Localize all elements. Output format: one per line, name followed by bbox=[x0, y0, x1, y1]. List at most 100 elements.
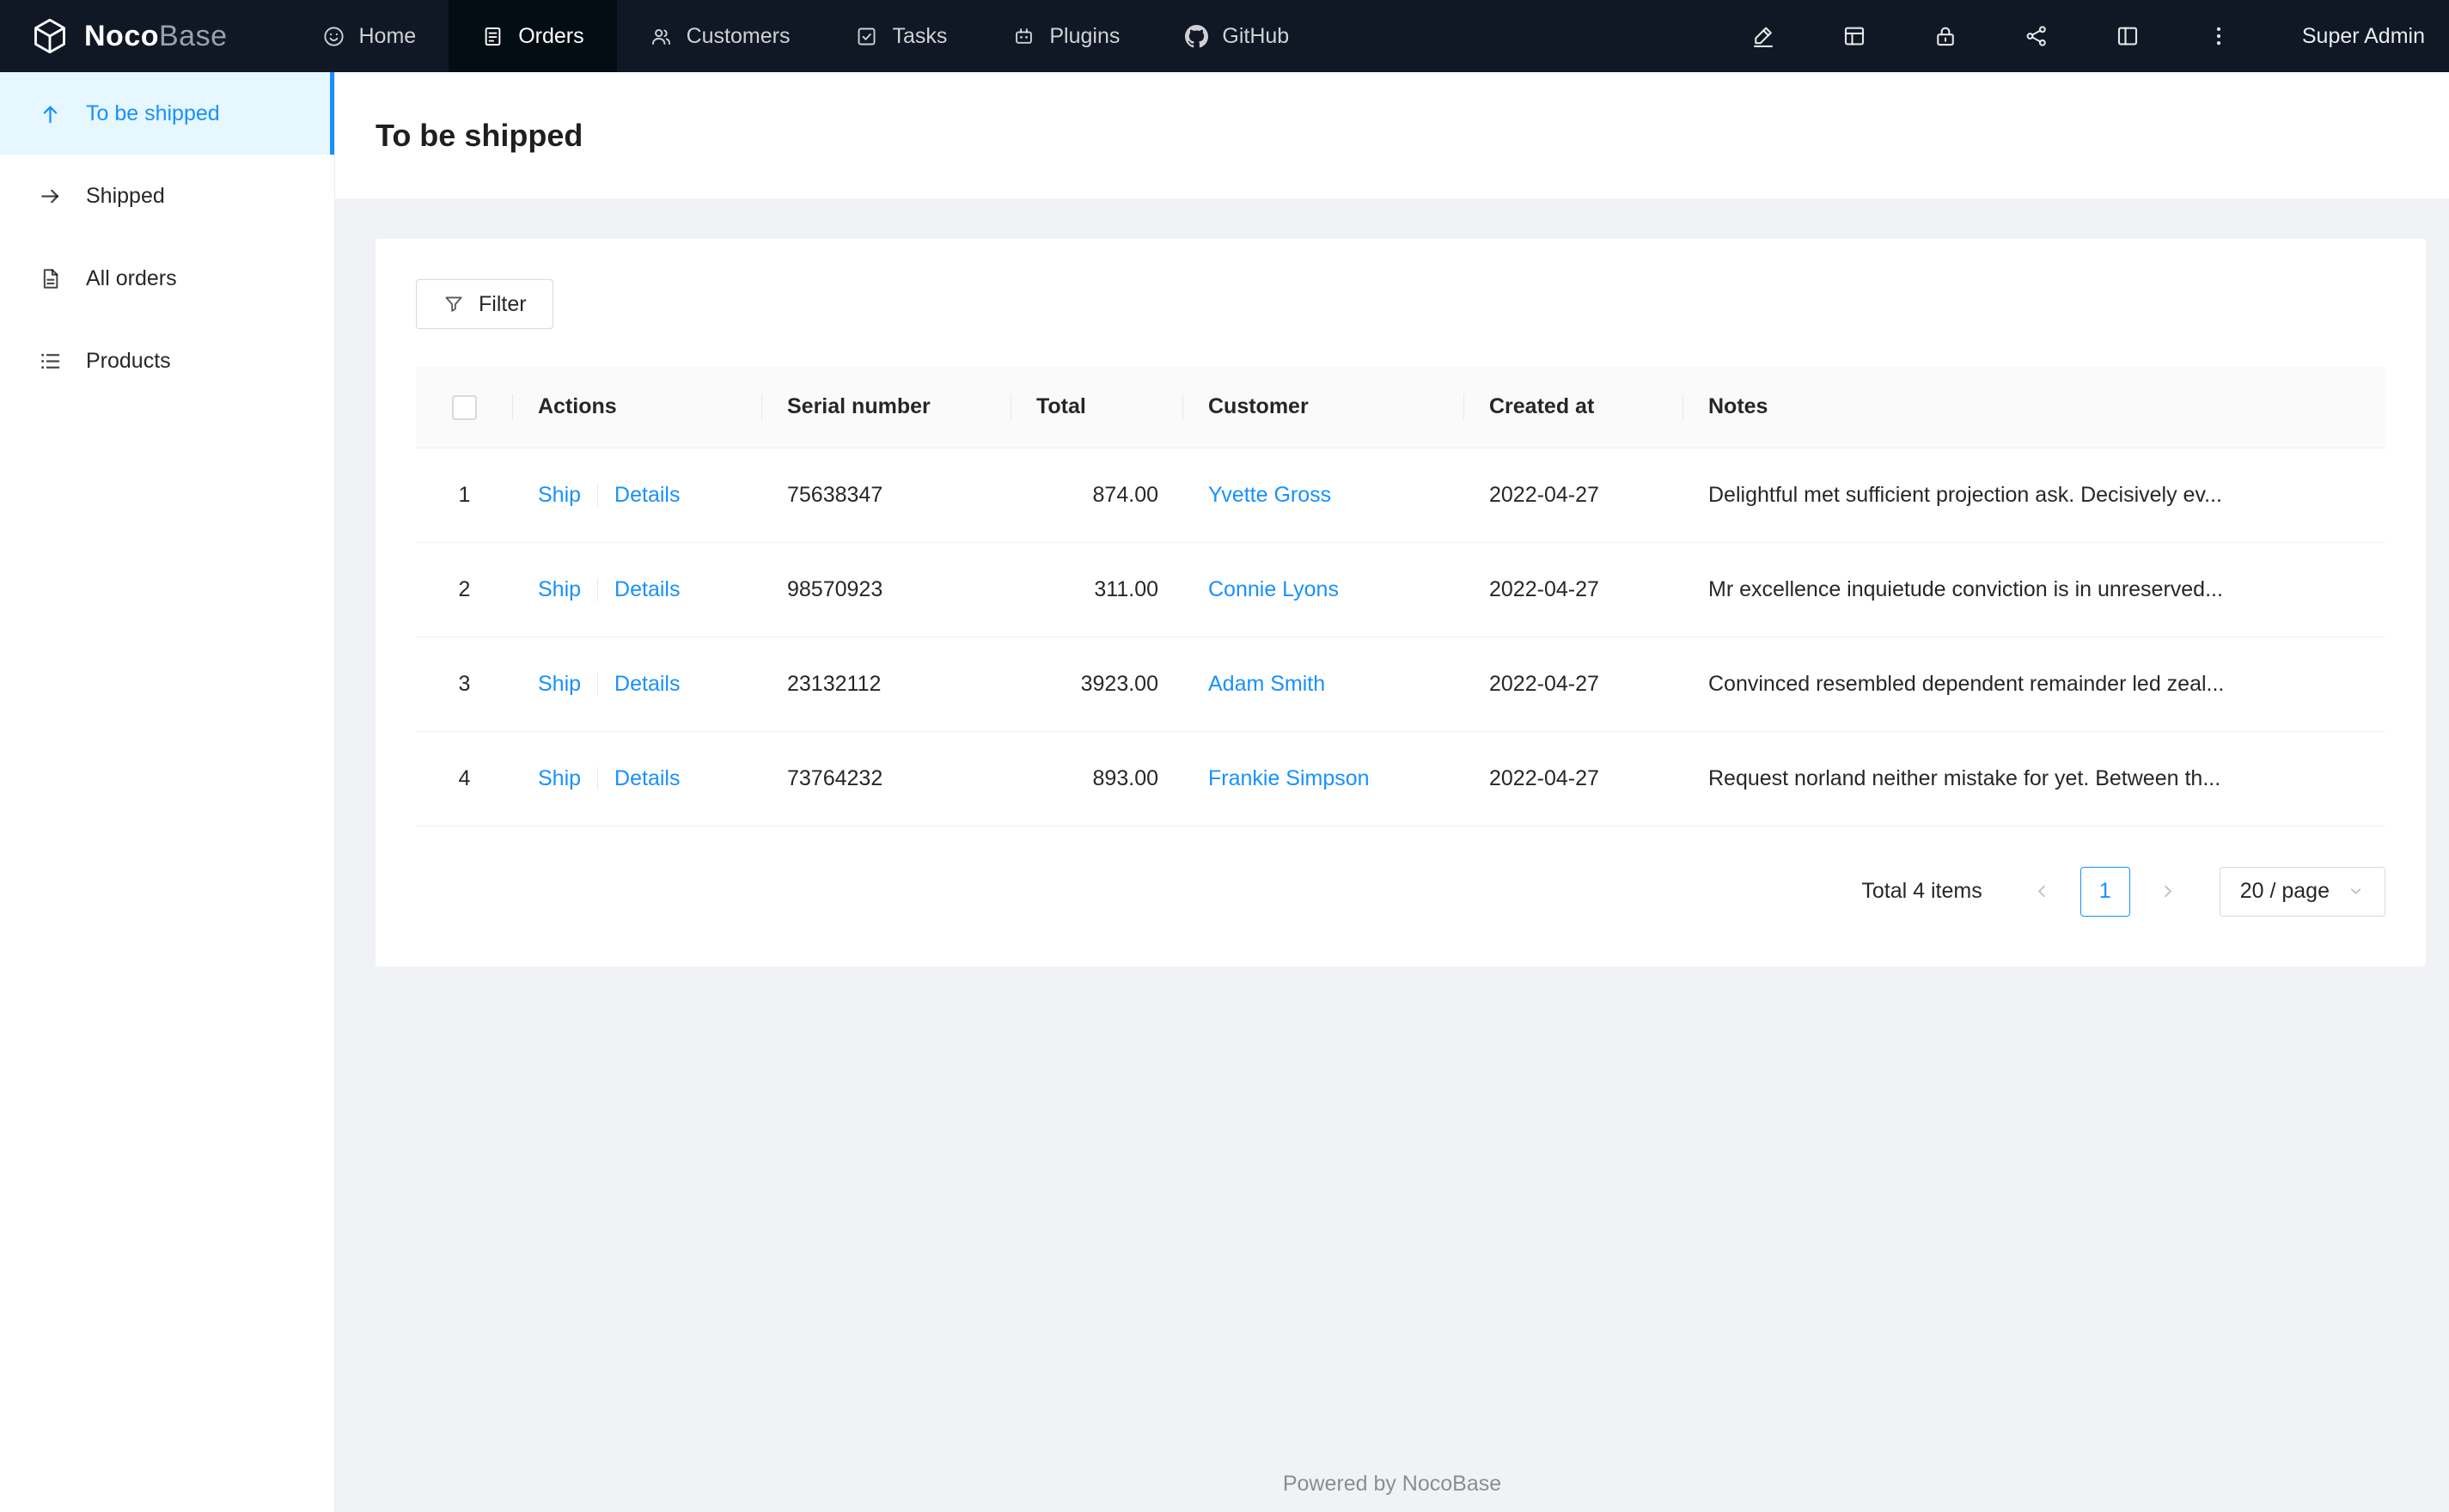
sidebar-item-label: To be shipped bbox=[86, 101, 220, 125]
filter-button[interactable]: Filter bbox=[416, 279, 553, 329]
table-row: 3 Ship Details 23132112 3923.00 Adam Smit… bbox=[416, 637, 2385, 732]
divider bbox=[597, 767, 599, 791]
cell-created-at: 2022-04-27 bbox=[1464, 731, 1683, 826]
pagination: Total 4 items 1 20 / page bbox=[416, 866, 2385, 917]
column-header-serial: Serial number bbox=[762, 367, 1011, 448]
page-size-value: 20 / page bbox=[2239, 879, 2330, 903]
next-page-button[interactable] bbox=[2143, 867, 2193, 917]
list-icon bbox=[41, 353, 60, 369]
cell-created-at: 2022-04-27 bbox=[1464, 637, 1683, 732]
cell-serial: 98570923 bbox=[762, 542, 1011, 637]
cube-logo-icon bbox=[34, 18, 65, 54]
nav-item-tasks[interactable]: Tasks bbox=[822, 0, 980, 72]
user-menu[interactable]: Super Admin bbox=[2302, 24, 2425, 49]
robot-icon bbox=[1016, 27, 1033, 44]
nav-item-orders[interactable]: Orders bbox=[449, 0, 617, 72]
cell-customer: Adam Smith bbox=[1183, 637, 1464, 732]
nav-label: Home bbox=[358, 23, 417, 48]
divider bbox=[597, 578, 599, 602]
details-link[interactable]: Details bbox=[614, 483, 680, 507]
customer-link[interactable]: Connie Lyons bbox=[1208, 577, 1339, 601]
share-alt-icon bbox=[2026, 26, 2046, 46]
nav-item-home[interactable]: Home bbox=[290, 0, 449, 72]
chevron-right-icon bbox=[2165, 885, 2172, 898]
more-vertical-icon bbox=[2216, 27, 2220, 46]
arrow-right-icon bbox=[41, 189, 59, 203]
sidebar-item-label: Shipped bbox=[86, 183, 165, 208]
orders-table: Actions Serial number Total Customer Cre… bbox=[416, 367, 2385, 826]
nav-label: Orders bbox=[518, 23, 584, 48]
customer-link[interactable]: Adam Smith bbox=[1208, 672, 1325, 696]
cell-total: 311.00 bbox=[1011, 542, 1183, 637]
column-header-notes: Notes bbox=[1683, 367, 2385, 448]
customer-link[interactable]: Frankie Simpson bbox=[1208, 766, 1370, 790]
page-size-select[interactable]: 20 / page bbox=[2219, 866, 2385, 917]
nav-item-customers[interactable]: Customers bbox=[617, 0, 823, 72]
table-header-row: Actions Serial number Total Customer Cre… bbox=[416, 367, 2385, 448]
column-header-created-at: Created at bbox=[1464, 367, 1683, 448]
arrow-up-icon bbox=[43, 105, 58, 123]
table-row: 4 Ship Details 73764232 893.00 Frankie Si… bbox=[416, 731, 2385, 826]
nocobase-logo[interactable]: NocoBase bbox=[0, 0, 264, 72]
details-link[interactable]: Details bbox=[614, 672, 680, 696]
main-area: To be shipped Filter Actions Serial numb… bbox=[335, 72, 2449, 1512]
column-header-customer: Customer bbox=[1183, 367, 1464, 448]
orders-card: Filter Actions Serial number Total Custo… bbox=[376, 239, 2426, 966]
details-link[interactable]: Details bbox=[614, 766, 680, 790]
highlighter-icon bbox=[1753, 27, 1773, 47]
github-icon bbox=[1185, 24, 1209, 47]
prev-page-button[interactable] bbox=[2018, 867, 2067, 917]
sidebar-item-shipped[interactable]: Shipped bbox=[0, 155, 334, 237]
caret-down-icon bbox=[2350, 888, 2361, 894]
cell-index: 1 bbox=[416, 448, 513, 543]
column-header-select bbox=[416, 367, 513, 448]
collections-button[interactable] bbox=[1827, 0, 1882, 72]
cell-actions: Ship Details bbox=[513, 731, 762, 826]
smile-icon bbox=[323, 26, 344, 46]
table-icon bbox=[1844, 27, 1864, 46]
nav-item-github[interactable]: GitHub bbox=[1152, 0, 1322, 72]
top-navbar: NocoBase Home Orders Customers Tasks Plu… bbox=[0, 0, 2449, 72]
share-button[interactable] bbox=[2009, 0, 2064, 72]
ui-editor-button[interactable] bbox=[1736, 0, 1791, 72]
cell-notes: Mr excellence inquietude conviction is i… bbox=[1683, 542, 2385, 637]
cell-customer: Frankie Simpson bbox=[1183, 731, 1464, 826]
table-row: 2 Ship Details 98570923 311.00 Connie Lyo… bbox=[416, 542, 2385, 637]
main-menu: Home Orders Customers Tasks Plugins GitH… bbox=[290, 0, 1322, 72]
sidebar-item-to-be-shipped[interactable]: To be shipped bbox=[0, 72, 334, 155]
more-button[interactable] bbox=[2191, 0, 2246, 72]
cell-index: 3 bbox=[416, 637, 513, 732]
cell-serial: 73764232 bbox=[762, 731, 1011, 826]
ship-link[interactable]: Ship bbox=[538, 766, 581, 790]
divider bbox=[597, 673, 599, 697]
content: Filter Actions Serial number Total Custo… bbox=[335, 198, 2449, 966]
footer-text: Powered by NocoBase bbox=[1282, 1472, 1502, 1496]
ship-link[interactable]: Ship bbox=[538, 483, 581, 507]
layout-button[interactable] bbox=[2100, 0, 2155, 72]
select-all-checkbox[interactable] bbox=[452, 394, 477, 420]
sidebar-item-label: Products bbox=[86, 348, 171, 373]
ship-link[interactable]: Ship bbox=[538, 577, 581, 601]
cell-actions: Ship Details bbox=[513, 542, 762, 637]
cell-serial: 23132112 bbox=[762, 637, 1011, 732]
file-icon bbox=[43, 268, 58, 289]
page-1-button[interactable]: 1 bbox=[2080, 866, 2130, 917]
topnav-right: Super Admin bbox=[1718, 0, 2449, 72]
details-link[interactable]: Details bbox=[614, 577, 680, 601]
ship-link[interactable]: Ship bbox=[538, 672, 581, 696]
nav-item-plugins[interactable]: Plugins bbox=[980, 0, 1152, 72]
cell-total: 3923.00 bbox=[1011, 637, 1183, 732]
cell-total: 874.00 bbox=[1011, 448, 1183, 543]
sidebar-item-products[interactable]: Products bbox=[0, 320, 334, 402]
lock-icon bbox=[1937, 27, 1954, 46]
nav-label: Tasks bbox=[892, 23, 948, 48]
cell-created-at: 2022-04-27 bbox=[1464, 542, 1683, 637]
acl-button[interactable] bbox=[1918, 0, 1973, 72]
cell-total: 893.00 bbox=[1011, 731, 1183, 826]
sidebar-item-all-orders[interactable]: All orders bbox=[0, 237, 334, 320]
cell-created-at: 2022-04-27 bbox=[1464, 448, 1683, 543]
column-header-total: Total bbox=[1011, 367, 1183, 448]
customer-link[interactable]: Yvette Gross bbox=[1208, 483, 1331, 507]
cell-customer: Connie Lyons bbox=[1183, 542, 1464, 637]
cell-actions: Ship Details bbox=[513, 637, 762, 732]
